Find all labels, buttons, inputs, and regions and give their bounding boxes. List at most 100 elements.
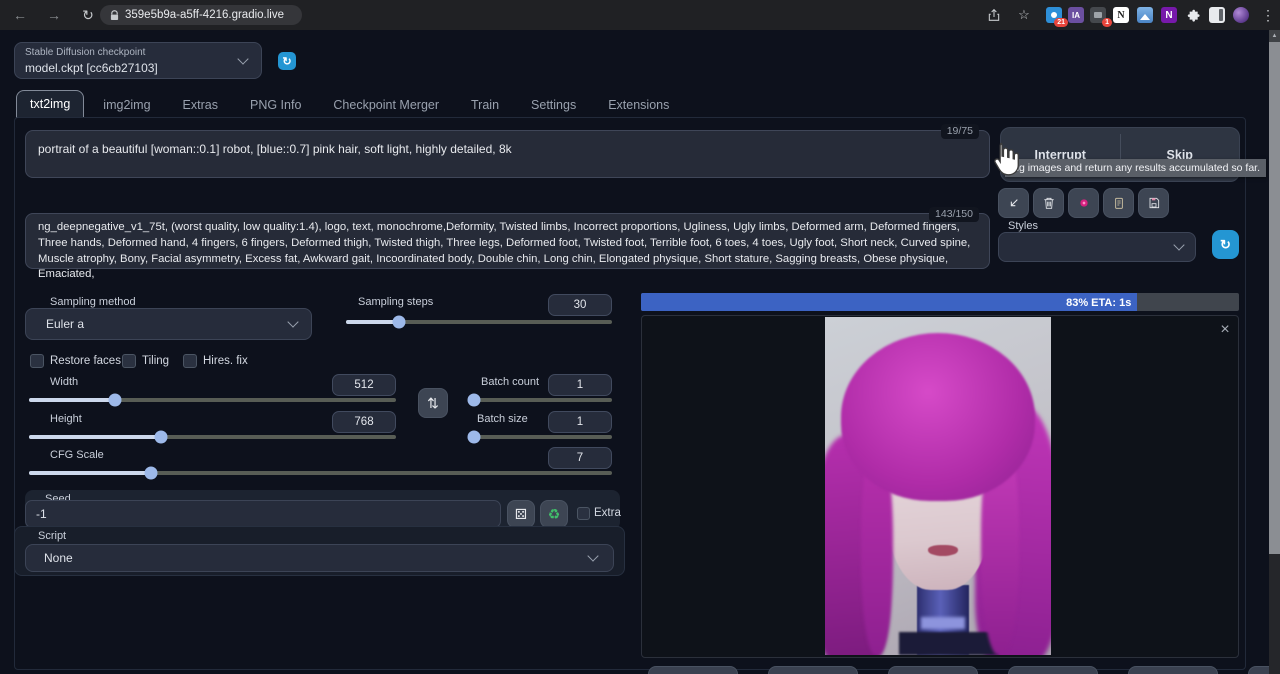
scroll-up-icon: ▲ <box>1272 33 1278 39</box>
seed-input[interactable]: -1 <box>25 500 501 528</box>
mountain-shape <box>1140 14 1150 20</box>
close-preview-button[interactable]: × <box>1215 320 1235 340</box>
height-slider[interactable] <box>29 435 396 439</box>
scrollbar-up-arrow[interactable]: ▲ <box>1269 30 1280 42</box>
clipboard-icon <box>1111 195 1127 211</box>
slider-handle[interactable] <box>109 394 122 407</box>
gallery-action-button[interactable] <box>1008 666 1098 674</box>
prompt-token-counter: 19/75 <box>941 124 979 139</box>
extra-networks-button[interactable] <box>1068 188 1099 218</box>
slider-handle[interactable] <box>467 394 480 407</box>
extension-camera-icon[interactable]: 1 <box>1090 7 1106 23</box>
tab-png-info[interactable]: PNG Info <box>237 92 314 118</box>
back-icon[interactable]: ← <box>8 0 32 30</box>
side-panel-icon[interactable] <box>1209 7 1225 23</box>
slider-handle[interactable] <box>467 431 480 444</box>
cfg-scale-slider[interactable] <box>29 471 612 475</box>
batch-count-slider[interactable] <box>468 398 612 402</box>
tab-train[interactable]: Train <box>458 92 512 118</box>
batch-count-input[interactable]: 1 <box>548 374 612 396</box>
swap-dimensions-button[interactable]: ⇅ <box>418 388 448 418</box>
tab-extras[interactable]: Extras <box>170 92 231 118</box>
random-seed-button[interactable]: ⚄ <box>507 500 535 528</box>
gallery-action-button[interactable] <box>1128 666 1218 674</box>
slider-handle[interactable] <box>145 467 158 480</box>
apply-styles-button[interactable] <box>1103 188 1134 218</box>
paste-params-button[interactable] <box>998 188 1029 218</box>
styles-dropdown[interactable] <box>998 232 1196 262</box>
chevron-down-icon <box>1173 239 1184 250</box>
tab-checkpoint-merger[interactable]: Checkpoint Merger <box>320 92 452 118</box>
refresh-icon: ↻ <box>282 55 291 68</box>
extensions-puzzle-icon[interactable] <box>1185 7 1201 23</box>
sampling-method-value: Euler a <box>46 317 84 331</box>
slider-fill <box>29 471 151 475</box>
extra-networks-card-icon <box>1076 195 1092 211</box>
tab-img2img[interactable]: img2img <box>90 92 163 118</box>
checkpoint-refresh-button[interactable]: ↻ <box>278 52 296 70</box>
profile-avatar[interactable] <box>1233 7 1249 23</box>
scrollbar-thumb[interactable] <box>1269 42 1280 554</box>
tab-txt2img[interactable]: txt2img <box>16 90 84 118</box>
checkpoint-dropdown[interactable]: Stable Diffusion checkpoint model.ckpt [… <box>14 42 262 79</box>
neck-band-shape <box>921 617 965 629</box>
bookmark-star-icon[interactable]: ☆ <box>1012 0 1036 30</box>
tab-extensions[interactable]: Extensions <box>595 92 682 118</box>
tab-settings[interactable]: Settings <box>518 92 589 118</box>
sampling-method-label: Sampling method <box>50 296 136 308</box>
sampling-steps-slider[interactable] <box>346 320 612 324</box>
pin-dot <box>1051 12 1057 18</box>
trash-icon <box>1041 195 1057 211</box>
close-icon: × <box>1220 321 1229 338</box>
styles-refresh-button[interactable]: ↻ <box>1212 230 1239 259</box>
tiling-checkbox[interactable] <box>122 354 136 368</box>
forward-icon[interactable]: → <box>42 0 66 30</box>
cfg-scale-label: CFG Scale <box>50 449 104 461</box>
camera-body <box>1094 12 1102 18</box>
negative-prompt-token-counter: 143/150 <box>929 207 979 222</box>
hires-fix-label: Hires. fix <box>203 355 248 367</box>
height-input[interactable]: 768 <box>332 411 396 433</box>
batch-size-input[interactable]: 1 <box>548 411 612 433</box>
negative-prompt-input[interactable]: ng_deepnegative_v1_75t, (worst quality, … <box>25 213 990 269</box>
extension-notion-icon[interactable]: N <box>1113 7 1129 23</box>
slider-handle[interactable] <box>155 431 168 444</box>
restore-faces-checkbox[interactable] <box>30 354 44 368</box>
seed-extra-checkbox[interactable] <box>577 507 590 520</box>
slider-fill <box>29 435 161 439</box>
clear-prompt-button[interactable] <box>1033 188 1064 218</box>
width-slider[interactable] <box>29 398 396 402</box>
save-style-button[interactable] <box>1138 188 1169 218</box>
progress-text: 83% ETA: 1s <box>1066 297 1137 309</box>
tab-bar: txt2img img2img Extras PNG Info Checkpoi… <box>16 90 682 118</box>
width-input[interactable]: 512 <box>332 374 396 396</box>
prompt-text: portrait of a beautiful [woman::0.1] rob… <box>38 142 512 156</box>
gallery-action-button[interactable] <box>768 666 858 674</box>
generated-image-preview[interactable] <box>825 317 1051 655</box>
script-value: None <box>44 551 73 565</box>
extension-photos-icon[interactable] <box>1137 7 1153 23</box>
prompt-input[interactable]: portrait of a beautiful [woman::0.1] rob… <box>25 130 990 178</box>
hires-fix-checkbox[interactable] <box>183 354 197 368</box>
slider-handle[interactable] <box>393 316 406 329</box>
sampling-method-dropdown[interactable]: Euler a <box>25 308 312 340</box>
cursor-pointer-hand <box>990 140 1020 176</box>
cfg-scale-input[interactable]: 7 <box>548 447 612 469</box>
chevron-down-icon <box>237 53 248 64</box>
reload-icon[interactable]: ↻ <box>76 0 100 30</box>
batch-size-slider[interactable] <box>468 435 612 439</box>
reuse-seed-button[interactable]: ♻ <box>540 500 568 528</box>
script-dropdown[interactable]: None <box>25 544 614 572</box>
swap-icon: ⇅ <box>427 395 439 412</box>
styles-label: Styles <box>1008 220 1038 232</box>
browser-menu-icon[interactable]: ⋮ <box>1256 0 1280 30</box>
interrupt-tooltip: processing images and return any results… <box>1005 159 1266 177</box>
gallery-action-button[interactable] <box>648 666 738 674</box>
extension-pin-icon[interactable]: 21 <box>1046 7 1062 23</box>
share-icon[interactable] <box>986 7 1002 23</box>
gallery-action-button[interactable] <box>888 666 978 674</box>
address-bar[interactable]: 359e5b9a-a5ff-4216.gradio.live <box>100 5 302 25</box>
extension-ia-icon[interactable]: IA <box>1068 7 1084 23</box>
extension-onenote-icon[interactable]: N <box>1161 7 1177 23</box>
sampling-steps-input[interactable]: 30 <box>548 294 612 316</box>
